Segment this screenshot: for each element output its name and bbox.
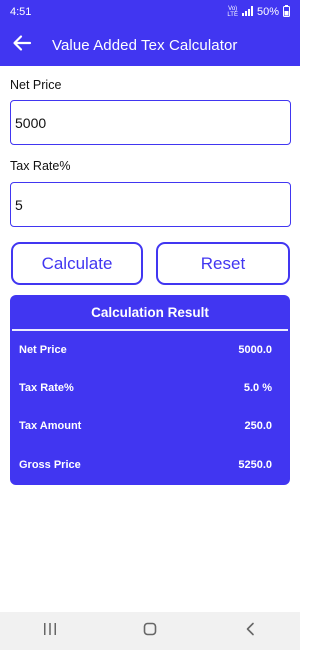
app-bar: Value Added Tex Calculator [0,24,300,66]
result-label: Net Price [19,344,67,356]
result-card: Calculation Result Net Price 5000.0 Tax … [10,295,290,485]
status-bar: 4:51 Vo) LTE 50% [0,0,300,24]
page-title: Value Added Tex Calculator [52,36,238,54]
result-row-gross-price: Gross Price 5250.0 [19,459,272,471]
back-icon [245,622,255,641]
tax-rate-label: Tax Rate% [10,159,71,173]
battery-level: 50% [256,6,279,18]
divider [12,329,288,331]
result-label: Tax Rate% [19,382,74,394]
result-value: 5000.0 [238,344,272,356]
battery-icon [283,4,290,20]
net-price-label: Net Price [10,78,62,92]
network-type-bottom: LTE [227,12,238,18]
status-time: 4:51 [10,6,32,18]
system-nav-bar [0,612,300,650]
result-value: 250.0 [244,420,272,432]
result-label: Gross Price [19,459,81,471]
result-label: Tax Amount [19,420,82,432]
recents-button[interactable] [30,616,70,646]
recents-icon [43,622,57,640]
net-price-input[interactable] [10,100,291,145]
result-row-net-price: Net Price 5000.0 [19,344,272,356]
result-value: 5250.0 [238,459,272,471]
tax-rate-input[interactable] [10,182,291,227]
calculate-button[interactable]: Calculate [11,242,143,285]
network-type: Vo) LTE [227,6,238,18]
result-row-tax-rate: Tax Rate% 5.0 % [19,382,272,394]
result-row-tax-amount: Tax Amount 250.0 [19,420,272,432]
nav-back-button[interactable] [230,616,270,646]
arrow-left-icon [12,33,32,58]
reset-button[interactable]: Reset [156,242,290,285]
home-button[interactable] [130,616,170,646]
signal-icon [241,5,253,19]
home-icon [143,622,157,641]
result-value: 5.0 % [243,382,272,394]
result-title: Calculation Result [91,304,209,320]
status-icons: Vo) LTE 50% [227,4,290,20]
back-button[interactable] [10,33,34,57]
